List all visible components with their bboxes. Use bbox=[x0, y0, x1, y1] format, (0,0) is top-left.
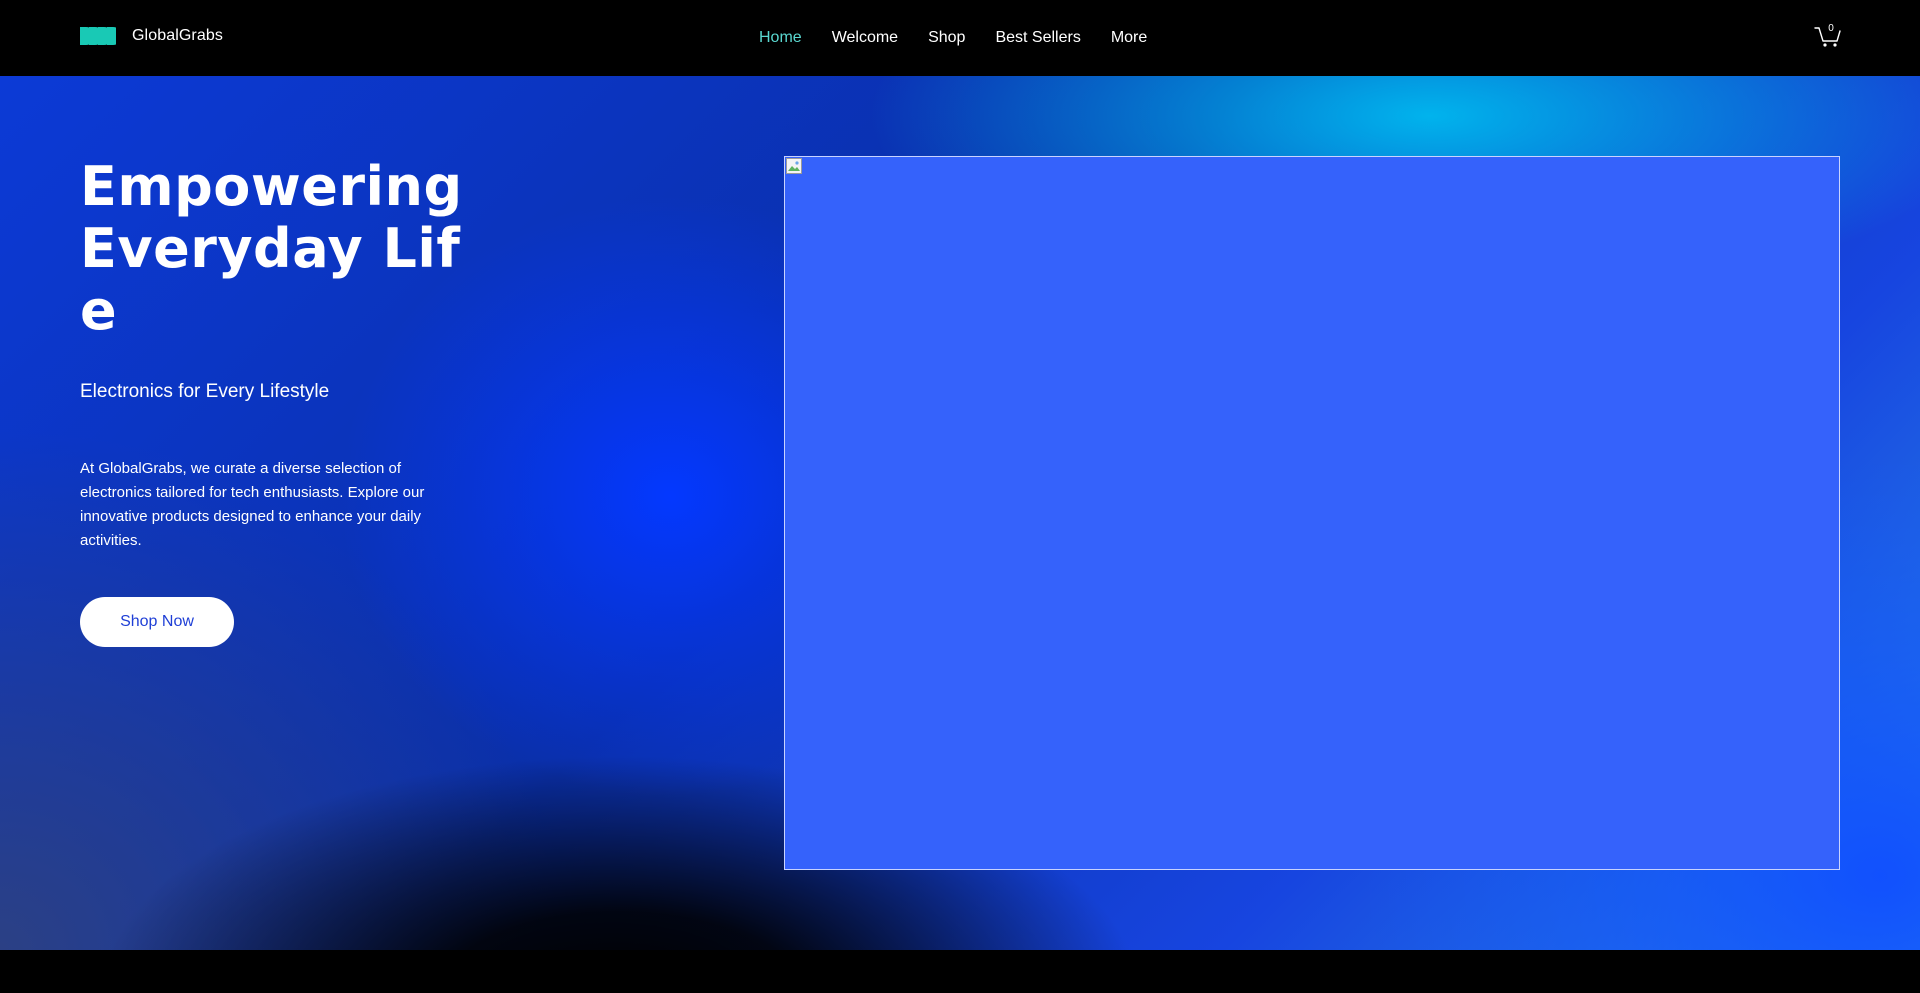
hero-title: Empowering Everyday Life bbox=[80, 155, 463, 342]
logo-icon bbox=[80, 27, 116, 45]
hero-section: Empowering Everyday Life Electronics for… bbox=[0, 76, 1920, 950]
main-nav: Home Welcome Shop Best Sellers More bbox=[759, 0, 1147, 76]
brand-name[interactable]: GlobalGrabs bbox=[132, 27, 223, 45]
nav-item-best-sellers[interactable]: Best Sellers bbox=[995, 29, 1080, 47]
site-header: GlobalGrabs Home Welcome Shop Best Selle… bbox=[0, 0, 1920, 76]
nav-item-welcome[interactable]: Welcome bbox=[832, 29, 898, 47]
logo[interactable]: GlobalGrabs bbox=[80, 25, 223, 47]
hero-description: At GlobalGrabs, we curate a diverse sele… bbox=[80, 460, 425, 549]
shop-now-button[interactable]: Shop Now bbox=[80, 597, 234, 647]
cart-count: 0 bbox=[1828, 23, 1834, 34]
footer-band bbox=[0, 950, 1920, 993]
hero-image bbox=[784, 156, 1840, 870]
hero-subtitle: Electronics for Every Lifestyle bbox=[80, 381, 330, 402]
nav-item-home[interactable]: Home bbox=[759, 29, 802, 47]
nav-item-more[interactable]: More bbox=[1111, 29, 1147, 47]
broken-image-icon bbox=[786, 158, 802, 174]
cart-button[interactable]: 0 bbox=[1814, 21, 1842, 49]
nav-item-shop[interactable]: Shop bbox=[928, 29, 965, 47]
